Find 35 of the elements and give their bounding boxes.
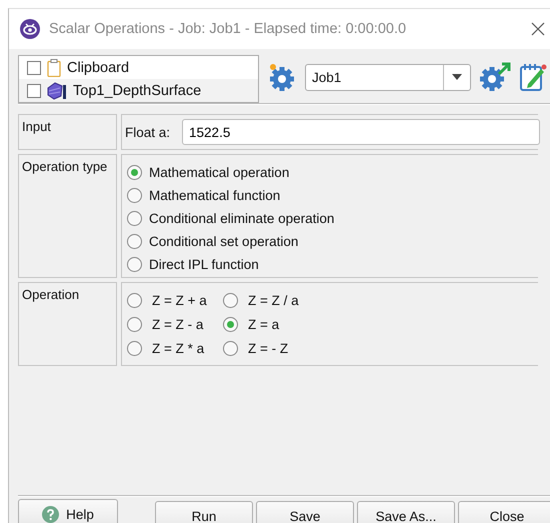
gear-icon[interactable] [267,62,297,92]
radio-option[interactable]: Conditional eliminate operation [127,209,538,227]
radio-option[interactable]: Z = Z / a [223,291,343,309]
radio-option[interactable]: Mathematical function [127,186,538,204]
gear-arrow-icon[interactable] [479,62,511,92]
checkbox[interactable] [27,60,41,74]
window-title: Scalar Operations - Job: Job1 - Elapsed time: 0:00:00.0 [49,21,406,37]
radio-option[interactable]: Z = Z + a [127,291,223,309]
dialog-button[interactable]: Close [458,501,550,523]
clipboard-icon [47,58,61,76]
radio-option[interactable]: Z = Z * a [127,340,223,358]
radio-option[interactable]: Z = a [223,315,343,334]
checkbox[interactable] [27,84,41,98]
dialog-button[interactable]: Run [155,501,253,523]
eye-icon [20,19,40,39]
radio-option[interactable]: Mathematical operation [127,163,538,181]
dialog-button[interactable]: Save As... [357,501,455,523]
section-label: Operation [18,282,117,366]
radio-option[interactable]: Z = - Z [223,340,343,358]
radio-option[interactable]: Direct IPL function [127,255,538,273]
section-label: Input [18,114,117,150]
field-label: Float a: [125,124,170,140]
radio-option[interactable]: Conditional set operation [127,232,538,250]
float-input-field[interactable]: 1522.5 [182,119,540,145]
help-button[interactable]: Help [18,499,118,523]
source-item[interactable]: Clipboard [19,56,258,79]
dialog-button[interactable]: Save [256,501,354,523]
caret-icon [452,74,462,80]
close-icon[interactable] [531,22,545,36]
job-dropdown[interactable]: Job1 [305,64,471,90]
radio-option[interactable]: Z = Z - a [127,315,223,334]
notepad-pencil-icon[interactable] [519,62,547,92]
surface-icon [47,82,67,100]
help-icon [42,506,60,522]
section-label: Operation type [18,154,117,278]
